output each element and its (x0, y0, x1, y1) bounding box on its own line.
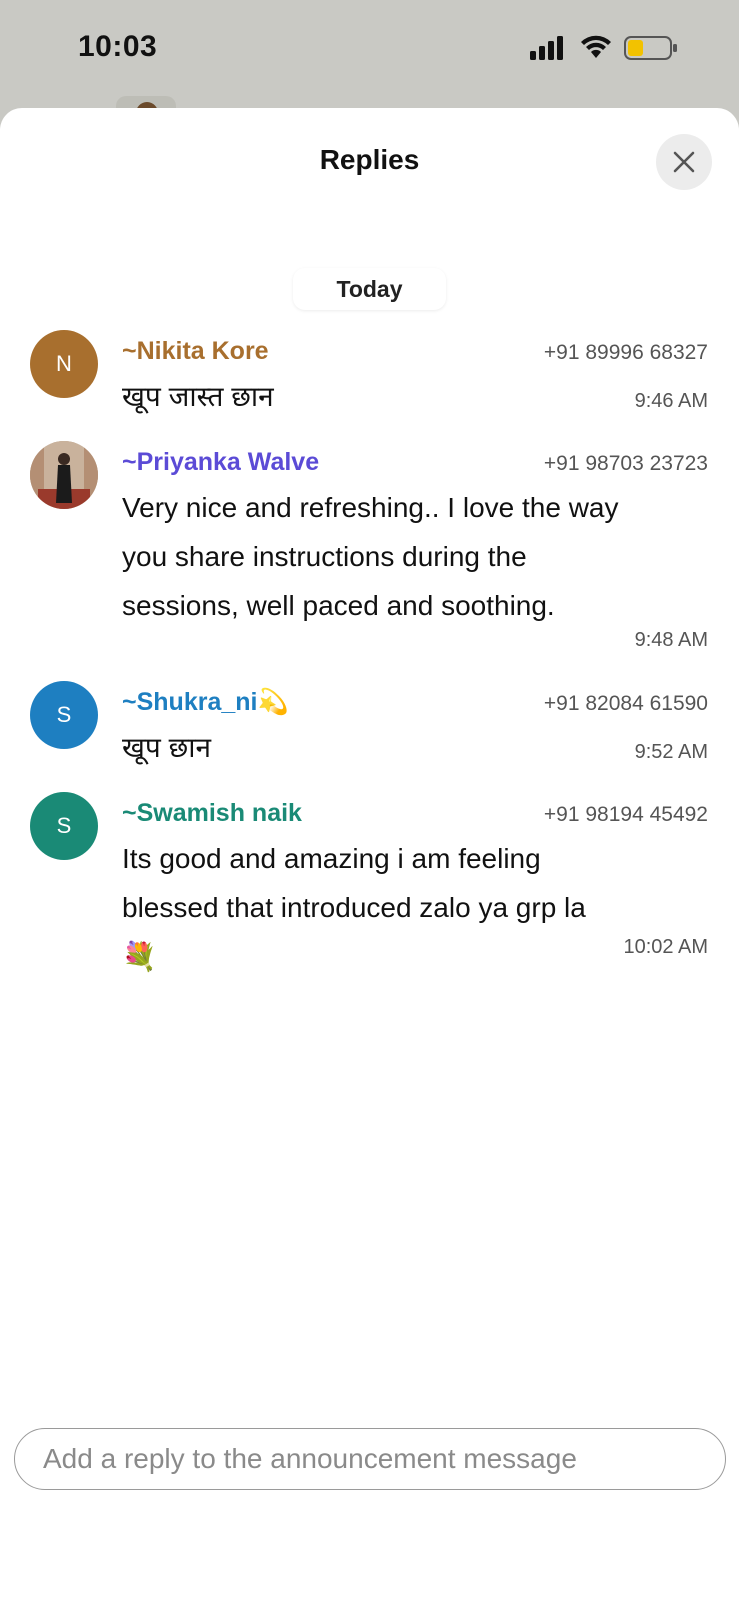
avatar[interactable]: S (30, 792, 98, 860)
sheet-title: Replies (319, 144, 420, 175)
reply-input[interactable]: Add a reply to the announcement message (14, 1428, 726, 1490)
message-time: 9:46 AM (634, 390, 708, 412)
message-line: Very nice and refreshing.. I love the wa… (122, 492, 619, 523)
sender-name[interactable]: ~Shukra_ni💫 (122, 688, 289, 717)
sender-name[interactable]: ~Nikita Kore (122, 337, 269, 366)
replies-sheet: Replies Today N ~Nikita Kore +91 89996 6… (0, 108, 739, 1600)
avatar[interactable]: N (30, 330, 98, 398)
status-time: 10:03 (78, 30, 158, 63)
close-button[interactable] (656, 134, 712, 190)
message-time: 9:48 AM (634, 629, 708, 651)
sender-name[interactable]: ~Swamish naik (122, 799, 302, 828)
message-line: sessions, well paced and soothing. (122, 590, 555, 621)
battery-icon (624, 36, 677, 60)
status-bar: 10:03 (0, 0, 739, 100)
message-time: 10:02 AM (623, 936, 708, 958)
sender-name-text: ~Shukra_ni (122, 688, 258, 716)
message-text: Very nice and refreshing.. I love the wa… (122, 483, 702, 630)
sender-name[interactable]: ~Priyanka Walve (122, 448, 319, 477)
signal-icon (530, 36, 563, 60)
sender-phone: +91 82084 61590 (543, 692, 708, 715)
message-line: you share instructions during the (122, 541, 527, 572)
avatar[interactable] (30, 441, 98, 509)
sender-phone: +91 98194 45492 (543, 803, 708, 826)
profile-photo (30, 441, 98, 509)
message-time: 9:52 AM (634, 741, 708, 763)
sender-phone: +91 89996 68327 (543, 341, 708, 364)
sender-phone: +91 98703 23723 (543, 452, 708, 475)
message-text: खूप जास्त छान (122, 381, 274, 412)
bouquet-emoji: 💐 (122, 941, 157, 972)
message-line: blessed that introduced zalo ya grp la (122, 892, 586, 923)
message-text: Its good and amazing i am feeling blesse… (122, 834, 702, 981)
dizzy-emoji: 💫 (257, 688, 289, 716)
message-line: Its good and amazing i am feeling (122, 843, 541, 874)
avatar[interactable]: S (30, 681, 98, 749)
wifi-icon (581, 35, 611, 58)
close-icon (673, 151, 695, 173)
date-separator: Today (293, 268, 446, 310)
message-text: खूप छान (122, 732, 212, 763)
